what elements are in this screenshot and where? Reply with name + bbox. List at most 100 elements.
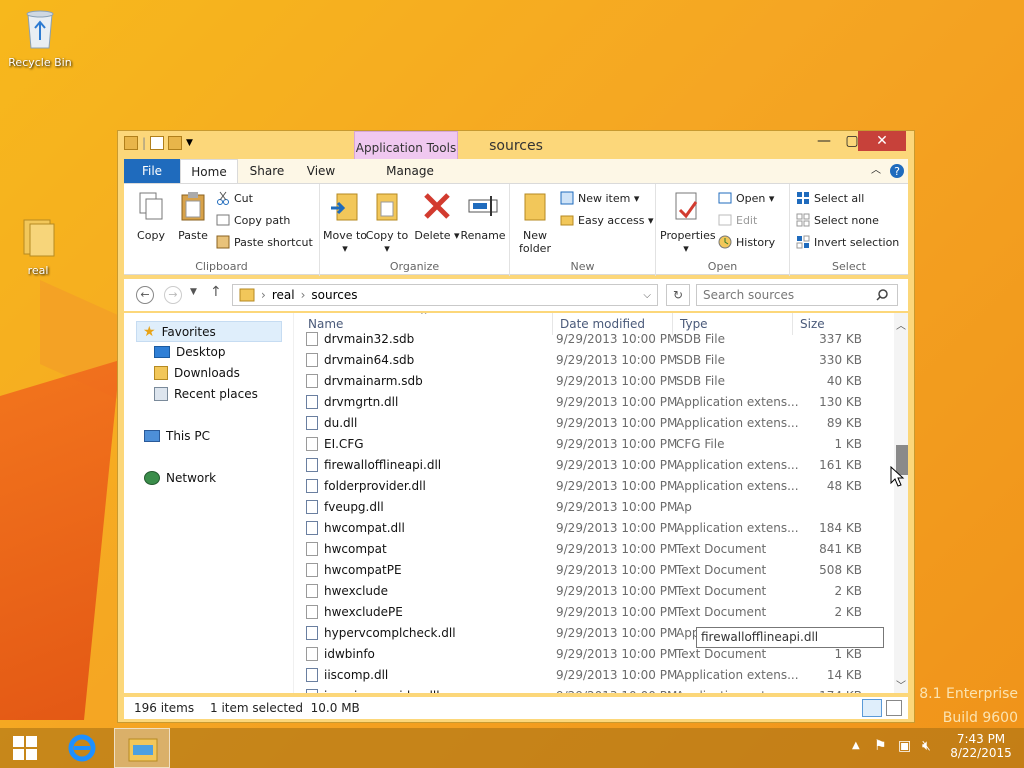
paste-shortcut-button[interactable]: Paste shortcut <box>216 232 313 252</box>
table-row[interactable]: firewallofflineapi.dll 9/29/2013 10:00 PM… <box>294 455 884 476</box>
copy-label: Copy <box>137 229 165 242</box>
close-button[interactable]: ✕ <box>858 131 906 151</box>
up-button[interactable]: ↑ <box>210 284 222 300</box>
file-date: 9/29/2013 10:00 PM <box>556 374 678 388</box>
easy-access-button[interactable]: Easy access ▾ <box>560 210 654 230</box>
table-row[interactable]: drvmainarm.sdb 9/29/2013 10:00 PM SDB File… <box>294 371 884 392</box>
address-field[interactable]: › real › sources ⌵ <box>232 284 658 306</box>
table-row[interactable]: hwcompat 9/29/2013 10:00 PM Text Document 8… <box>294 539 884 560</box>
star-icon: ★ <box>143 323 156 340</box>
show-hidden-icons-icon[interactable]: ▲ <box>852 740 860 751</box>
table-row[interactable]: hwexclude 9/29/2013 10:00 PM Text Document… <box>294 581 884 602</box>
details-view-icon[interactable] <box>862 699 882 717</box>
help-icon[interactable]: ? <box>888 159 906 183</box>
table-row[interactable]: folderprovider.dll 9/29/2013 10:00 PM Appl… <box>294 476 884 497</box>
recent-places-icon <box>154 387 168 401</box>
paste-button[interactable]: Paste <box>170 190 216 242</box>
search-input[interactable]: Search sources <box>696 284 898 306</box>
nav-network-label: Network <box>166 471 217 485</box>
title-bar[interactable]: | ▼ sources — ▢ ✕ <box>118 131 914 159</box>
tab-manage[interactable]: Manage <box>358 159 462 183</box>
search-icon[interactable] <box>876 289 888 301</box>
rename-button[interactable]: Rename <box>460 190 506 242</box>
scroll-up-icon[interactable]: ︿ <box>896 317 906 332</box>
history-icon <box>718 235 732 249</box>
table-row[interactable]: imagingprovider.dll 9/29/2013 10:00 PMApp… <box>294 686 884 693</box>
file-type: Application extens... <box>676 521 799 535</box>
volume-muted-icon[interactable]: 🔇︎ <box>922 738 931 754</box>
properties-button[interactable]: Properties ▾ <box>660 190 716 255</box>
document-file-icon <box>306 647 318 661</box>
table-row[interactable]: iiscomp.dll 9/29/2013 10:00 PM Application… <box>294 665 884 686</box>
nav-this-pc[interactable]: This PC <box>144 429 210 443</box>
network-status-icon[interactable]: ▣ <box>898 738 911 754</box>
table-row[interactable]: drvmain32.sdb 9/29/2013 10:00 PM SDB File 3… <box>294 329 884 350</box>
large-icons-view-icon[interactable] <box>886 700 902 716</box>
delete-button[interactable]: Delete ▾ <box>414 190 460 242</box>
application-tools-label: Application Tools <box>355 141 457 155</box>
recent-locations-chevron-icon[interactable]: ▼ <box>190 287 197 297</box>
recycle-bin-shortcut[interactable]: Recycle Bin <box>2 6 78 69</box>
internet-explorer-button[interactable] <box>56 728 108 768</box>
copy-to-button[interactable]: Copy to ▾ <box>364 190 410 255</box>
dll-file-icon <box>306 458 318 472</box>
copy-button[interactable]: Copy <box>128 190 174 242</box>
forward-button[interactable]: → <box>164 286 182 304</box>
select-none-button[interactable]: Select none <box>796 210 879 230</box>
table-row[interactable]: drvmgrtn.dll 9/29/2013 10:00 PM Applicatio… <box>294 392 884 413</box>
vertical-scrollbar[interactable]: ︿ ﹀ <box>894 313 908 693</box>
file-explorer-button[interactable] <box>114 728 170 768</box>
dll-file-icon <box>306 689 318 693</box>
breadcrumb-sources[interactable]: sources <box>311 288 357 302</box>
nav-recent-places-label: Recent places <box>174 387 258 401</box>
minimize-button[interactable]: — <box>810 131 838 151</box>
clock[interactable]: 7:43 PM 8/22/2015 <box>946 732 1016 760</box>
nav-favorites[interactable]: ★ Favorites <box>136 321 282 342</box>
breadcrumb-real[interactable]: real <box>272 288 295 302</box>
address-history-chevron-icon[interactable]: ⌵ <box>643 290 651 301</box>
copy-path-button[interactable]: Copy path <box>216 210 290 230</box>
table-row[interactable]: du.dll 9/29/2013 10:00 PM Application exte… <box>294 413 884 434</box>
file-date: 9/29/2013 10:00 PM <box>556 479 678 493</box>
table-row[interactable]: fveupg.dll 9/29/2013 10:00 PM Ap <box>294 497 884 518</box>
cut-button[interactable]: Cut <box>216 188 253 208</box>
file-name: hwcompatPE <box>324 563 402 577</box>
tab-home[interactable]: Home <box>180 159 238 183</box>
new-folder-button[interactable]: New folder <box>512 190 558 255</box>
nav-desktop-label: Desktop <box>176 345 226 359</box>
nav-favorites-label: Favorites <box>161 324 216 339</box>
nav-recent-places[interactable]: Recent places <box>154 387 258 401</box>
move-to-label: Move to ▾ <box>322 229 368 255</box>
tab-view[interactable]: View <box>296 159 346 183</box>
edit-button[interactable]: Edit <box>718 210 757 230</box>
action-center-flag-icon[interactable]: ⚑ <box>874 738 887 754</box>
open-button[interactable]: Open ▾ <box>718 188 774 208</box>
start-button[interactable] <box>0 728 50 768</box>
scroll-down-icon[interactable]: ﹀ <box>896 677 906 692</box>
collapse-ribbon-icon[interactable]: ︿ <box>868 159 884 183</box>
scissors-icon <box>216 191 230 205</box>
table-row[interactable]: hwcompatPE 9/29/2013 10:00 PM Text Documen… <box>294 560 884 581</box>
file-date: 9/29/2013 10:00 PM <box>556 500 678 514</box>
tab-share[interactable]: Share <box>242 159 292 183</box>
nav-downloads[interactable]: Downloads <box>154 366 240 380</box>
select-all-button[interactable]: Select all <box>796 188 864 208</box>
nav-network[interactable]: Network <box>144 471 216 485</box>
nav-this-pc-label: This PC <box>166 429 210 443</box>
table-row[interactable]: drvmain64.sdb 9/29/2013 10:00 PM SDB File 3… <box>294 350 884 371</box>
refresh-button[interactable]: ↻ <box>666 284 690 306</box>
table-row[interactable]: EI.CFG 9/29/2013 10:00 PM CFG File 1 KB <box>294 434 884 455</box>
invert-selection-button[interactable]: Invert selection <box>796 232 899 252</box>
move-to-button[interactable]: Move to ▾ <box>322 190 368 255</box>
file-name: EI.CFG <box>324 437 364 451</box>
history-button[interactable]: History <box>718 232 775 252</box>
real-folder-shortcut[interactable]: real <box>0 214 76 277</box>
table-row[interactable]: hwcompat.dll 9/29/2013 10:00 PM Applicatio… <box>294 518 884 539</box>
tab-file[interactable]: File <box>124 159 180 183</box>
back-button[interactable]: ← <box>136 286 154 304</box>
select-none-label: Select none <box>814 213 879 227</box>
clock-date: 8/22/2015 <box>950 746 1012 760</box>
new-item-button[interactable]: New item ▾ <box>560 188 639 208</box>
table-row[interactable]: hwexcludePE 9/29/2013 10:00 PM Text Docume… <box>294 602 884 623</box>
nav-desktop[interactable]: Desktop <box>154 345 226 359</box>
